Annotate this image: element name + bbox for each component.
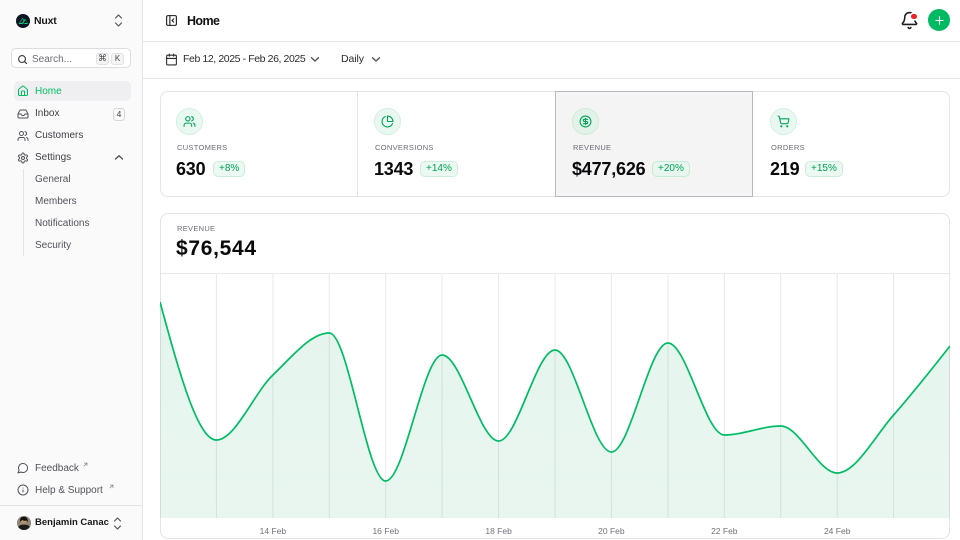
svg-text:22 Feb: 22 Feb	[711, 526, 738, 536]
svg-text:16 Feb: 16 Feb	[372, 526, 399, 536]
svg-text:14 Feb: 14 Feb	[260, 526, 287, 536]
svg-text:18 Feb: 18 Feb	[485, 526, 512, 536]
svg-text:20 Feb: 20 Feb	[598, 526, 625, 536]
svg-text:24 Feb: 24 Feb	[824, 526, 851, 536]
